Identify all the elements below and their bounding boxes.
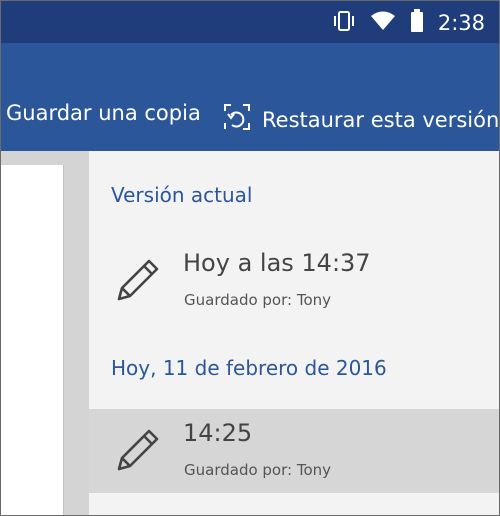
- vibrate-icon: [332, 10, 356, 37]
- battery-icon: [410, 8, 424, 38]
- version-time: 14:25: [183, 419, 253, 447]
- version-history-panel: Versión actual Hoy a las 14:37 Guardado …: [89, 151, 499, 515]
- pencil-icon: [113, 425, 163, 480]
- version-time: Hoy a las 14:37: [183, 249, 371, 277]
- version-saved-by: Guardado por: Tony: [184, 291, 332, 309]
- version-saved-by: Guardado por: Tony: [184, 461, 332, 479]
- restore-version-button[interactable]: Restaurar esta versión: [221, 101, 499, 138]
- version-item-selected[interactable]: 14:25 Guardado por: Tony: [89, 409, 499, 493]
- status-icons: 2:38: [332, 8, 485, 38]
- toolbar: Guardar una copia Restaurar esta versión: [1, 43, 499, 151]
- document-page[interactable]: [1, 165, 64, 515]
- restore-version-label: Restaurar esta versión: [262, 107, 500, 132]
- wifi-icon: [370, 11, 396, 36]
- status-time: 2:38: [437, 11, 485, 35]
- current-version-item[interactable]: Hoy a las 14:37 Guardado por: Tony: [89, 239, 499, 323]
- restore-version-icon: [221, 101, 262, 138]
- save-copy-button[interactable]: Guardar una copia: [6, 101, 201, 125]
- current-version-header: Versión actual: [111, 183, 253, 207]
- save-copy-label: Guardar una copia: [6, 101, 201, 125]
- app-window: 2:38 Guardar una copia Restaurar esta ve…: [0, 0, 500, 516]
- date-group-header: Hoy, 11 de febrero de 2016: [111, 356, 387, 380]
- pencil-icon: [113, 255, 163, 310]
- document-preview-area: [1, 151, 89, 515]
- status-bar: 2:38: [1, 1, 499, 43]
